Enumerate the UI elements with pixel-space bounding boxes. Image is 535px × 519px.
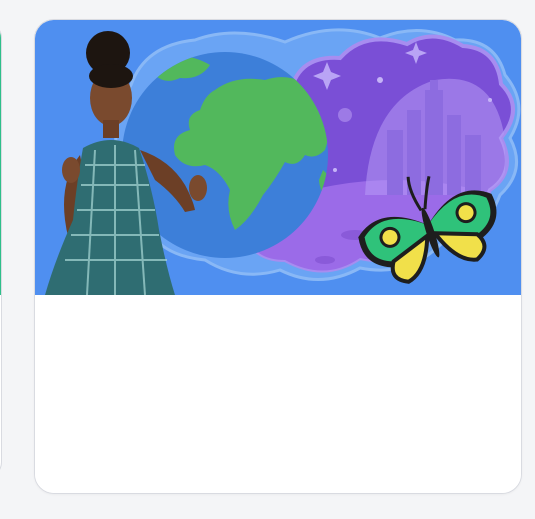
card-thumbnail[interactable] [35,20,521,295]
lesson-card[interactable] [34,19,522,494]
card-body[interactable] [35,295,521,493]
carousel [0,0,535,519]
thumbnail-illustration [35,20,521,295]
previous-card-thumbnail-edge [0,23,1,295]
previous-card[interactable] [0,22,2,478]
